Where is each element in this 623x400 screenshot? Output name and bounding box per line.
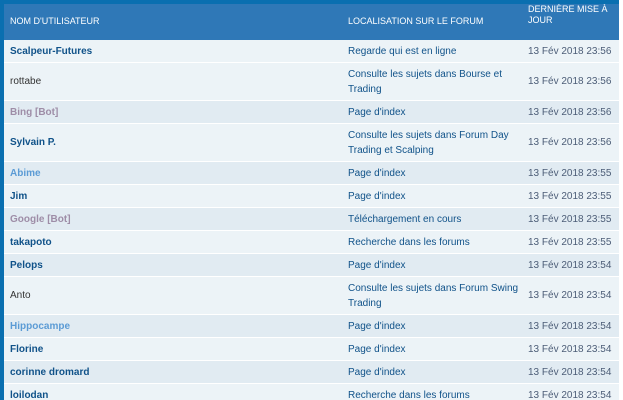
last-update-time: 13 Fév 2018 23:55: [528, 190, 612, 202]
last-update-time: 13 Fév 2018 23:56: [528, 76, 612, 87]
table-row: Pelops Page d'index 13 Fév 2018 23:54: [4, 254, 619, 277]
username-link[interactable]: Pelops: [10, 260, 43, 271]
location-link[interactable]: Téléchargement en cours: [338, 212, 520, 227]
table-row: Abime Page d'index 13 Fév 2018 23:55: [4, 162, 619, 185]
table-row: takapoto Recherche dans les forums 13 Fé…: [4, 231, 619, 254]
username-link[interactable]: Abime: [10, 168, 41, 179]
username-link[interactable]: Hippocampe: [10, 321, 70, 332]
last-update-time: 13 Fév 2018 23:55: [528, 167, 612, 179]
username-link[interactable]: Sylvain P.: [10, 137, 56, 148]
username-link[interactable]: Anto: [10, 290, 31, 301]
last-update-time: 13 Fév 2018 23:55: [528, 236, 612, 248]
table-row: Hippocampe Page d'index 13 Fév 2018 23:5…: [4, 315, 619, 338]
location-link[interactable]: Page d'index: [338, 189, 520, 204]
location-link[interactable]: Page d'index: [338, 105, 520, 120]
header-location[interactable]: LOCALISATION SUR LE FORUM: [338, 4, 520, 40]
last-update-time: 13 Fév 2018 23:56: [528, 45, 612, 57]
location-link[interactable]: Page d'index: [338, 365, 520, 380]
last-update-time: 13 Fév 2018 23:54: [528, 343, 612, 355]
header-username[interactable]: NOM D'UTILISATEUR: [4, 4, 338, 40]
table-row: Florine Page d'index 13 Fév 2018 23:54: [4, 338, 619, 361]
last-update-time: 13 Fév 2018 23:54: [528, 259, 612, 271]
location-link[interactable]: Page d'index: [338, 166, 520, 181]
location-link[interactable]: Consulte les sujets dans Forum Swing Tra…: [338, 281, 520, 311]
location-link[interactable]: Page d'index: [338, 258, 520, 273]
table-row: Anto Consulte les sujets dans Forum Swin…: [4, 277, 619, 315]
table-row: Jim Page d'index 13 Fév 2018 23:55: [4, 185, 619, 208]
header-last-update[interactable]: DERNIÈRE MISE À JOUR: [520, 4, 619, 40]
last-update-time: 13 Fév 2018 23:54: [528, 290, 612, 301]
table-row: Bing [Bot] Page d'index 13 Fév 2018 23:5…: [4, 101, 619, 124]
location-link[interactable]: Recherche dans les forums: [338, 388, 520, 400]
table-row: Scalpeur-Futures Regarde qui est en lign…: [4, 40, 619, 63]
table-row: corinne dromard Page d'index 13 Fév 2018…: [4, 361, 619, 384]
online-users-panel: NOM D'UTILISATEUR LOCALISATION SUR LE FO…: [0, 0, 619, 400]
last-update-time: 13 Fév 2018 23:56: [528, 137, 612, 148]
last-update-time: 13 Fév 2018 23:56: [528, 106, 612, 118]
last-update-time: 13 Fév 2018 23:54: [528, 389, 612, 400]
username-link[interactable]: loilodan: [10, 390, 48, 400]
username-link[interactable]: corinne dromard: [10, 367, 89, 378]
username-link[interactable]: Florine: [10, 344, 43, 355]
table-row: rottabe Consulte les sujets dans Bourse …: [4, 63, 619, 101]
username-link[interactable]: Scalpeur-Futures: [10, 46, 92, 57]
table-row: Sylvain P. Consulte les sujets dans Foru…: [4, 124, 619, 162]
location-link[interactable]: Regarde qui est en ligne: [338, 44, 520, 59]
location-link[interactable]: Consulte les sujets dans Bourse et Tradi…: [338, 67, 520, 97]
location-link[interactable]: Page d'index: [338, 342, 520, 357]
username-link[interactable]: rottabe: [10, 76, 41, 87]
location-link[interactable]: Consulte les sujets dans Forum Day Tradi…: [338, 128, 520, 158]
last-update-time: 13 Fév 2018 23:54: [528, 320, 612, 332]
table-row: loilodan Recherche dans les forums 13 Fé…: [4, 384, 619, 400]
last-update-time: 13 Fév 2018 23:55: [528, 213, 612, 225]
table-header: NOM D'UTILISATEUR LOCALISATION SUR LE FO…: [4, 4, 619, 40]
last-update-time: 13 Fév 2018 23:54: [528, 366, 612, 378]
username-link[interactable]: Jim: [10, 191, 27, 202]
location-link[interactable]: Recherche dans les forums: [338, 235, 520, 250]
username-link[interactable]: Google [Bot]: [10, 214, 71, 225]
username-link[interactable]: takapoto: [10, 237, 52, 248]
table-row: Google [Bot] Téléchargement en cours 13 …: [4, 208, 619, 231]
username-link[interactable]: Bing [Bot]: [10, 107, 58, 118]
location-link[interactable]: Page d'index: [338, 319, 520, 334]
